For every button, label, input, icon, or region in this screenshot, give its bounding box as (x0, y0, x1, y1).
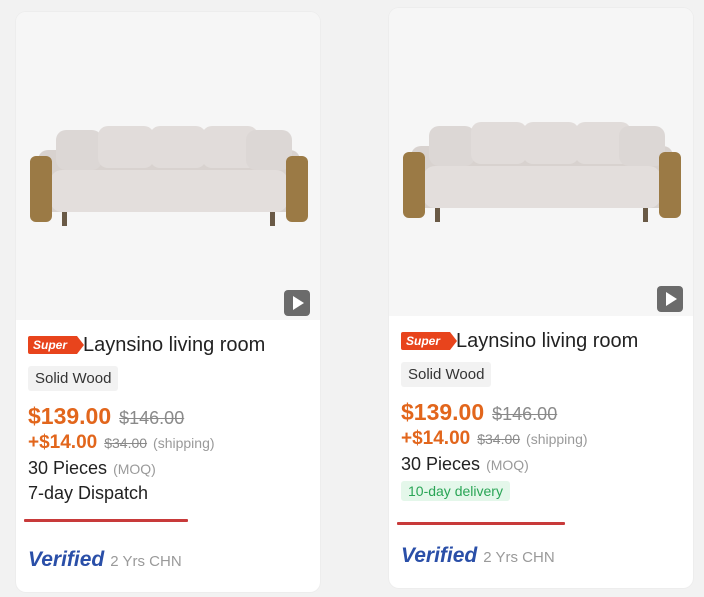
moq-value: 30 Pieces (28, 458, 108, 478)
material-tag: Solid Wood (28, 366, 119, 391)
product-image[interactable] (16, 12, 320, 320)
shipping-price: +$14.00 (401, 428, 471, 449)
annotation-underline (397, 522, 565, 525)
delivery-badge: 10-day delivery (401, 481, 510, 501)
price-row: $139.00 $146.00 (401, 399, 683, 426)
product-title[interactable]: Laynsino living room (456, 330, 638, 353)
super-badge: Super (28, 336, 85, 354)
product-info: Super Laynsino living room Solid Wood $1… (28, 330, 310, 504)
shipping-price: +$14.00 (28, 432, 98, 453)
moq-value: 30 Pieces (401, 454, 481, 474)
material-tag: Solid Wood (401, 362, 492, 387)
dispatch-label: 7-day Dispatch (28, 483, 149, 503)
verified-badge: Verified (401, 544, 478, 567)
price-row: $139.00 $146.00 (28, 403, 310, 430)
moq-row: 30 Pieces (MOQ) (401, 454, 683, 475)
shipping-row: +$14.00 $34.00 (shipping) (401, 428, 683, 450)
price: $139.00 (401, 399, 485, 425)
play-icon[interactable] (657, 286, 683, 312)
sofa-image (30, 126, 308, 226)
shipping-label: (shipping) (526, 431, 588, 447)
product-image[interactable] (389, 8, 693, 316)
verified-badge: Verified (28, 548, 105, 571)
shipping-row: +$14.00 $34.00 (shipping) (28, 432, 310, 454)
verified-row[interactable]: Verified 2 Yrs CHN (28, 548, 182, 572)
shipping-original-price: $34.00 (104, 435, 148, 451)
product-info: Super Laynsino living room Solid Wood $1… (401, 326, 683, 501)
product-card[interactable]: Super Laynsino living room Solid Wood $1… (16, 12, 320, 592)
shipping-label: (shipping) (153, 435, 215, 451)
verified-row[interactable]: Verified 2 Yrs CHN (401, 544, 555, 568)
super-badge: Super (401, 332, 458, 350)
product-title[interactable]: Laynsino living room (83, 334, 265, 357)
supplier-years: 2 Yrs CHN (110, 553, 182, 570)
supplier-years: 2 Yrs CHN (483, 549, 555, 566)
original-price: $146.00 (119, 408, 185, 428)
moq-label: (MOQ) (486, 457, 529, 473)
title-row[interactable]: Super Laynsino living room (28, 330, 310, 360)
sofa-image (403, 122, 681, 222)
price: $139.00 (28, 403, 112, 429)
annotation-underline (24, 519, 188, 522)
shipping-original-price: $34.00 (477, 431, 521, 447)
title-row[interactable]: Super Laynsino living room (401, 326, 683, 356)
moq-label: (MOQ) (113, 461, 156, 477)
play-icon[interactable] (284, 290, 310, 316)
product-card[interactable]: Super Laynsino living room Solid Wood $1… (389, 8, 693, 588)
original-price: $146.00 (492, 404, 558, 424)
moq-row: 30 Pieces (MOQ) (28, 458, 310, 479)
